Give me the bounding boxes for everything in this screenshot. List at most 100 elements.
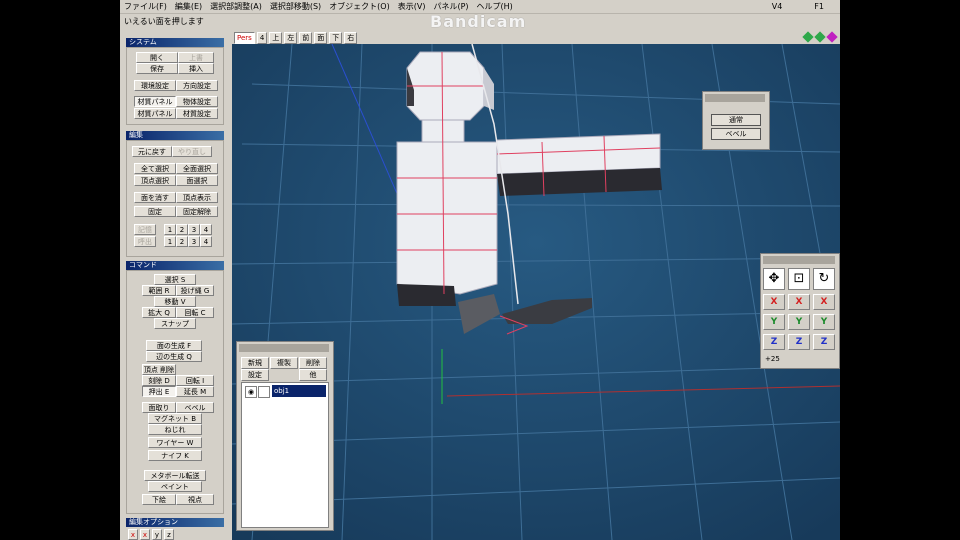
edit-option-x[interactable]: x bbox=[128, 529, 138, 540]
snap-button[interactable]: スナップ bbox=[154, 318, 196, 329]
move-icon[interactable]: ✥ bbox=[763, 268, 785, 290]
menu-item-6[interactable]: パネル(P) bbox=[429, 1, 472, 12]
material-settings-button[interactable]: 材質設定 bbox=[176, 108, 218, 119]
lasso-tool-button[interactable]: 投げ縄 G bbox=[176, 285, 214, 296]
bevel-mode-button[interactable]: ベベル bbox=[711, 128, 761, 140]
edit-option-z[interactable]: z bbox=[164, 529, 174, 540]
scale-tool-button[interactable]: 拡大 Q bbox=[142, 307, 176, 318]
underlay-button[interactable]: 下絵 bbox=[142, 494, 176, 505]
object-settings-button[interactable]: 物体設定 bbox=[176, 96, 218, 107]
axis-x-rotate[interactable]: X bbox=[813, 294, 835, 310]
object-settings-button[interactable]: 設定 bbox=[241, 369, 269, 381]
save-button[interactable]: 保存 bbox=[136, 63, 178, 74]
axis-y-move[interactable]: Y bbox=[763, 314, 785, 330]
memory-slot-3[interactable]: 3 bbox=[188, 224, 200, 235]
menu-item-2[interactable]: 選択部調整(A) bbox=[206, 1, 266, 12]
wire-button[interactable]: ワイヤー W bbox=[148, 437, 202, 448]
view-tab-7[interactable]: 右 bbox=[344, 31, 358, 44]
paint-button[interactable]: ペイント bbox=[148, 481, 202, 492]
view-tab-0[interactable]: Pers bbox=[234, 31, 255, 44]
env-settings-button[interactable]: 環境設定 bbox=[134, 80, 176, 91]
memory-slot-4[interactable]: 4 bbox=[200, 224, 212, 235]
eye-icon[interactable]: ◉ bbox=[245, 386, 257, 398]
material-panel-button[interactable]: 材質パネル bbox=[134, 108, 176, 119]
normal-mode-button[interactable]: 通常 bbox=[711, 114, 761, 126]
delete-vertex-button[interactable]: 頂点 削除 bbox=[142, 364, 176, 375]
lock-icon[interactable] bbox=[258, 386, 270, 398]
view-tab-1[interactable]: 4 bbox=[256, 31, 268, 44]
delete-object-button[interactable]: 削除 bbox=[299, 357, 327, 369]
metaball-convert-button[interactable]: メタボール転送 bbox=[144, 470, 206, 481]
create-edge-button[interactable]: 辺の生成 Q bbox=[146, 351, 202, 362]
memory-slot-2[interactable]: 2 bbox=[176, 224, 188, 235]
recall-slot-2[interactable]: 2 bbox=[176, 236, 188, 247]
redo-button[interactable]: やり直し bbox=[172, 146, 212, 157]
rotate-tool-button[interactable]: 回転 C bbox=[176, 307, 214, 318]
select-tool-button[interactable]: 選択 S bbox=[154, 274, 196, 285]
view-indicator-icon[interactable] bbox=[814, 31, 826, 43]
menu-item-1[interactable]: 編集(E) bbox=[171, 1, 206, 12]
axis-x-scale[interactable]: X bbox=[788, 294, 810, 310]
axis-z-rotate[interactable]: Z bbox=[813, 334, 835, 350]
memory-slot-1[interactable]: 1 bbox=[164, 224, 176, 235]
object-row[interactable]: ◉ obj1 bbox=[244, 385, 326, 398]
insert-button[interactable]: 挿入 bbox=[178, 63, 214, 74]
menu-item-5[interactable]: 表示(V) bbox=[394, 1, 430, 12]
select-all-faces-button[interactable]: 全面選択 bbox=[176, 163, 218, 174]
menu-item-7[interactable]: ヘルプ(H) bbox=[473, 1, 517, 12]
direction-settings-button[interactable]: 方向設定 bbox=[176, 80, 218, 91]
view-indicator-icon[interactable] bbox=[826, 31, 838, 43]
rotate-icon[interactable]: ↻ bbox=[813, 268, 835, 290]
edit-option-x2[interactable]: x bbox=[140, 529, 150, 540]
new-object-button[interactable]: 新規 bbox=[241, 357, 269, 369]
duplicate-object-button[interactable]: 複製 bbox=[270, 357, 298, 369]
recall-slot-1[interactable]: 1 bbox=[164, 236, 176, 247]
edit-option-y[interactable]: y bbox=[152, 529, 162, 540]
select-faces-button[interactable]: 面選択 bbox=[176, 175, 218, 186]
knife-button[interactable]: ナイフ K bbox=[148, 450, 202, 461]
chamfer-button[interactable]: 面取り bbox=[142, 402, 176, 413]
show-vertices-button[interactable]: 頂点表示 bbox=[176, 192, 218, 203]
viewpoint-button[interactable]: 視点 bbox=[176, 494, 214, 505]
view-tab-5[interactable]: 面 bbox=[314, 31, 328, 44]
panel-titlebar[interactable] bbox=[763, 256, 835, 264]
menu-item-3[interactable]: 選択部移動(S) bbox=[266, 1, 325, 12]
bevel-button[interactable]: ベベル bbox=[176, 402, 214, 413]
axis-y-rotate[interactable]: Y bbox=[813, 314, 835, 330]
view-indicator-icon[interactable] bbox=[802, 31, 814, 43]
object-name[interactable]: obj1 bbox=[272, 385, 326, 397]
object-panel-button[interactable]: 材質パネル bbox=[134, 96, 176, 107]
open-button[interactable]: 開く bbox=[136, 52, 178, 63]
view-tab-2[interactable]: 上 bbox=[269, 31, 283, 44]
view-tab-3[interactable]: 左 bbox=[284, 31, 298, 44]
recall-slot-3[interactable]: 3 bbox=[188, 236, 200, 247]
panel-titlebar[interactable] bbox=[705, 94, 765, 102]
unlock-button[interactable]: 固定解除 bbox=[176, 206, 218, 217]
undo-button[interactable]: 元に戻す bbox=[132, 146, 172, 157]
menu-item-4[interactable]: オブジェクト(O) bbox=[325, 1, 394, 12]
cut-button[interactable]: 刻除 D bbox=[142, 375, 176, 386]
view-tab-6[interactable]: 下 bbox=[329, 31, 343, 44]
panel-titlebar[interactable] bbox=[239, 344, 329, 352]
twist-button[interactable]: ねじれ bbox=[148, 424, 202, 435]
scale-icon[interactable]: ⊡ bbox=[788, 268, 810, 290]
spin-button[interactable]: 回転 I bbox=[176, 375, 214, 386]
extrude-button[interactable]: 押出 E bbox=[142, 386, 176, 397]
create-face-button[interactable]: 面の生成 F bbox=[146, 340, 202, 351]
move-tool-button[interactable]: 移動 V bbox=[154, 296, 196, 307]
lock-button[interactable]: 固定 bbox=[134, 206, 176, 217]
overwrite-button[interactable]: 上書 bbox=[178, 52, 214, 63]
axis-z-scale[interactable]: Z bbox=[788, 334, 810, 350]
hide-faces-button[interactable]: 面を消す bbox=[134, 192, 176, 203]
select-vertices-button[interactable]: 頂点選択 bbox=[134, 175, 176, 186]
recall-slot-4[interactable]: 4 bbox=[200, 236, 212, 247]
select-all-button[interactable]: 全て選択 bbox=[134, 163, 176, 174]
axis-z-move[interactable]: Z bbox=[763, 334, 785, 350]
view-tab-4[interactable]: 前 bbox=[299, 31, 313, 44]
object-other-button[interactable]: 他 bbox=[299, 369, 327, 381]
range-tool-button[interactable]: 範囲 R bbox=[142, 285, 176, 296]
extend-button[interactable]: 延長 M bbox=[176, 386, 214, 397]
menu-item-0[interactable]: ファイル(F) bbox=[120, 1, 171, 12]
axis-x-move[interactable]: X bbox=[763, 294, 785, 310]
axis-y-scale[interactable]: Y bbox=[788, 314, 810, 330]
